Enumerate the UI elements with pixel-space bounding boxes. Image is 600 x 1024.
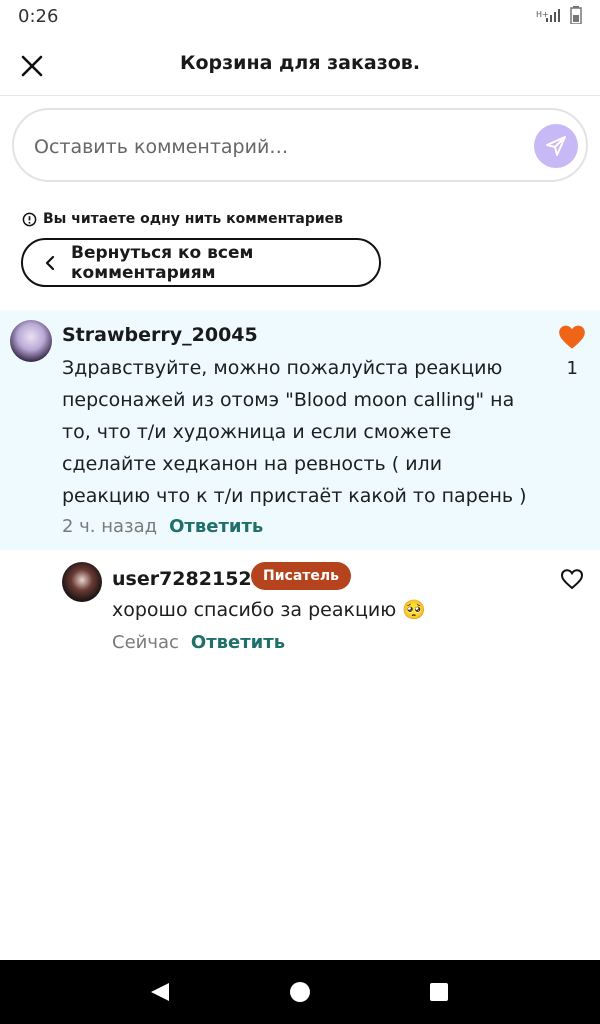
battery-icon [570,6,582,24]
thread-note: Вы читаете одну нить комментариев [22,211,343,227]
signal-icon: H+ [536,9,560,22]
top-header: Корзина для заказов. [0,34,600,96]
writer-badge: Писатель [251,562,351,590]
reply-time: Сейчас [112,632,179,653]
reply-button[interactable]: Ответить [169,516,263,537]
system-nav-bar [0,960,600,1024]
back-button-label: Вернуться ко всем комментариям [71,242,254,283]
thread-note-text: Вы читаете одну нить комментариев [43,211,344,227]
nav-home-button[interactable] [288,980,312,1004]
nav-recents-button[interactable] [427,980,451,1004]
status-icons: H+ [536,6,582,24]
heart-filled-icon[interactable] [558,324,586,350]
like-count: 1 [566,358,578,379]
comment-text: Здравствуйте, можно пожалуйста реакцию п… [62,357,527,507]
reply-text: хорошо спасибо за реакцию 🥺 [112,599,426,621]
recents-square-icon [430,983,448,1001]
comment-input[interactable] [34,132,514,162]
comment-time: 2 ч. назад [62,516,158,537]
back-triangle-icon [151,983,169,1001]
info-icon [22,212,37,226]
send-button[interactable] [534,124,578,168]
avatar[interactable] [10,320,52,362]
heart-outline-icon[interactable] [560,568,584,590]
comment-username[interactable]: Strawberry_20045 [62,324,258,346]
home-circle-icon [290,982,310,1002]
reply-meta: Сейчас Ответить [112,632,285,653]
comment-box [12,108,588,182]
nav-back-button[interactable] [148,980,172,1004]
reply-comment: user72821521 Писатель хорошо спасибо за … [0,550,600,670]
back-to-all-comments-button[interactable]: Вернуться ко всем комментариям [21,238,381,287]
chevron-left-icon [45,255,55,271]
page-title: Корзина для заказов. [179,52,421,74]
send-icon [546,136,566,156]
main-comment: Strawberry_20045 Здравствуйте, можно пож… [0,310,600,550]
reply-button[interactable]: Ответить [191,632,285,653]
status-bar: 0:26 H+ [0,0,600,34]
svg-text:H+: H+ [536,10,549,19]
reply-username[interactable]: user72821521 [112,568,265,590]
comment-meta: 2 ч. назад Ответить [62,516,263,537]
status-time: 0:26 [18,6,59,27]
